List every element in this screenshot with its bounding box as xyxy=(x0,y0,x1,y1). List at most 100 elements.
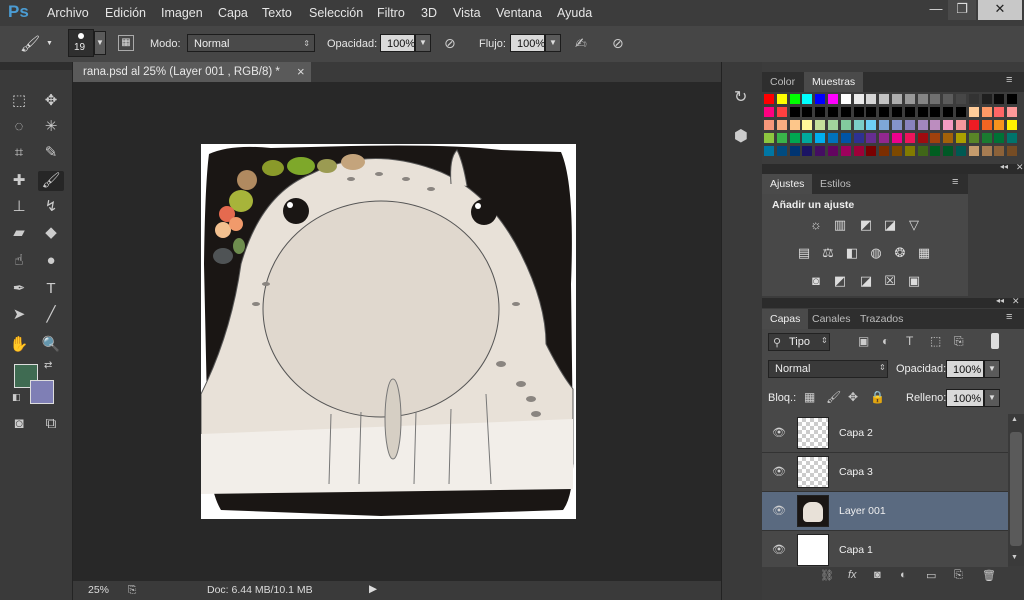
color-swatch[interactable] xyxy=(853,120,864,130)
filter-type-icon[interactable]: T xyxy=(906,334,913,348)
brush-size-dropdown[interactable]: ▼ xyxy=(94,31,106,55)
filter-shape-icon[interactable]: ⬚ xyxy=(930,334,941,348)
tab-estilos[interactable]: Estilos xyxy=(812,174,859,194)
color-swatch[interactable] xyxy=(853,146,864,156)
color-swatch[interactable] xyxy=(1007,133,1018,143)
pressure-opacity-icon[interactable]: ⊘ xyxy=(444,35,456,52)
color-swatch[interactable] xyxy=(981,133,992,143)
color-swatch[interactable] xyxy=(866,133,877,143)
opacity-input[interactable]: 100% xyxy=(380,34,415,52)
menu-capa[interactable]: Capa xyxy=(218,6,248,20)
layers-scrollbar[interactable]: ▲ ▼ xyxy=(1008,414,1024,566)
color-swatch[interactable] xyxy=(968,133,979,143)
status-menu-arrow-icon[interactable]: ▶ xyxy=(369,583,377,595)
color-swatch[interactable] xyxy=(994,133,1005,143)
color-swatch[interactable] xyxy=(930,146,941,156)
trash-icon[interactable]: 🗑 xyxy=(982,569,996,582)
lasso-tool-icon[interactable]: ◌ xyxy=(8,117,30,137)
menu-archivo[interactable]: Archivo xyxy=(47,6,89,20)
color-swatch[interactable] xyxy=(879,94,890,104)
3d-panel-icon[interactable]: ⬢ xyxy=(734,126,748,146)
color-swatch[interactable] xyxy=(776,94,787,104)
invert-icon[interactable]: ◙ xyxy=(808,274,824,288)
lock-pixels-icon[interactable]: 🖌 xyxy=(826,390,841,404)
flow-input[interactable]: 100% xyxy=(510,34,545,52)
filter-adjustment-icon[interactable]: ◐ xyxy=(882,334,889,348)
tab-canales[interactable]: Canales xyxy=(804,309,859,329)
color-swatch[interactable] xyxy=(776,133,787,143)
color-swatch[interactable] xyxy=(956,94,966,104)
color-swatch[interactable] xyxy=(828,120,838,130)
color-swatch[interactable] xyxy=(1007,107,1018,117)
mode-select[interactable]: Normal ⇕ xyxy=(187,34,315,52)
color-swatch[interactable] xyxy=(892,146,902,156)
layer-opacity-dropdown[interactable]: ▼ xyxy=(984,360,1000,378)
color-swatch[interactable] xyxy=(776,120,787,130)
color-swatch[interactable] xyxy=(904,133,915,143)
color-swatch[interactable] xyxy=(904,146,915,156)
menu-ayuda[interactable]: Ayuda xyxy=(557,6,592,20)
tab-muestras[interactable]: Muestras xyxy=(804,72,864,92)
opacity-dropdown[interactable]: ▼ xyxy=(415,34,431,52)
panel-menu-icon[interactable]: ≡ xyxy=(952,176,958,188)
crop-tool-icon[interactable]: ⌗ xyxy=(8,143,30,163)
color-swatch[interactable] xyxy=(917,107,928,117)
color-swatch[interactable] xyxy=(879,120,890,130)
brush-preset-picker[interactable]: 19 xyxy=(68,29,94,57)
color-swatch[interactable] xyxy=(968,107,979,117)
hand-tool-icon[interactable]: ✋ xyxy=(8,335,30,355)
close-panel-icon[interactable]: ✕ xyxy=(1012,296,1020,307)
color-swatch[interactable] xyxy=(904,94,915,104)
color-swatch[interactable] xyxy=(866,94,877,104)
color-swatch[interactable] xyxy=(981,120,992,130)
pressure-size-icon[interactable]: ⊘ xyxy=(612,35,624,52)
smudge-tool-icon[interactable]: ☝ xyxy=(8,251,30,271)
visibility-eye-icon[interactable]: 👁 xyxy=(772,426,786,439)
photo-filter-icon[interactable]: ◍ xyxy=(868,246,884,260)
visibility-eye-icon[interactable]: 👁 xyxy=(772,543,786,556)
color-swatch[interactable] xyxy=(789,133,800,143)
layer-row[interactable]: 👁 Capa 3 xyxy=(762,453,1008,492)
color-swatch[interactable] xyxy=(789,146,800,156)
color-swatch[interactable] xyxy=(930,107,941,117)
color-swatch[interactable] xyxy=(904,120,915,130)
lock-transparency-icon[interactable]: ▦ xyxy=(804,390,815,404)
color-swatch[interactable] xyxy=(866,120,877,130)
color-swatch[interactable] xyxy=(764,133,774,143)
filter-smart-object-icon[interactable]: ⎘ xyxy=(954,334,964,349)
menu-vista[interactable]: Vista xyxy=(453,6,481,20)
color-swatch[interactable] xyxy=(776,107,787,117)
tab-capas[interactable]: Capas xyxy=(762,309,809,329)
color-swatch[interactable] xyxy=(840,94,851,104)
color-swatch[interactable] xyxy=(892,133,902,143)
brightness-icon[interactable]: ☼ xyxy=(808,218,824,232)
color-swatch[interactable] xyxy=(994,107,1005,117)
canvas-area[interactable] xyxy=(73,82,721,580)
color-swatch[interactable] xyxy=(994,94,1005,104)
color-swatch[interactable] xyxy=(828,94,838,104)
color-swatch[interactable] xyxy=(828,133,838,143)
color-swatch[interactable] xyxy=(866,107,877,117)
layer-opacity-input[interactable]: 100% xyxy=(946,360,984,378)
brush-panel-icon[interactable]: ▦ xyxy=(118,35,134,51)
scroll-down-icon[interactable]: ▼ xyxy=(1011,554,1018,561)
close-window-button[interactable]: ✕ xyxy=(978,0,1022,20)
quick-mask-icon[interactable]: ◙ xyxy=(8,414,30,434)
history-panel-icon[interactable]: ↻ xyxy=(734,87,747,107)
selective-color-icon[interactable]: ▣ xyxy=(906,274,922,288)
color-swatch[interactable] xyxy=(866,146,877,156)
gradient-map-icon[interactable]: ☒ xyxy=(882,274,898,288)
menu-edicion[interactable]: Edición xyxy=(105,6,146,20)
panel-menu-icon[interactable]: ≡ xyxy=(1006,311,1012,323)
levels-icon[interactable]: ▥ xyxy=(832,218,848,232)
color-swatch[interactable] xyxy=(802,146,813,156)
close-panel-icon[interactable]: ✕ xyxy=(1016,162,1024,173)
lock-all-icon[interactable]: 🔒 xyxy=(870,390,885,404)
color-swatch[interactable] xyxy=(815,120,826,130)
new-group-icon[interactable]: ▭ xyxy=(926,569,936,582)
color-swatch[interactable] xyxy=(892,120,902,130)
text-tool-icon[interactable]: T xyxy=(40,279,62,299)
airbrush-icon[interactable]: ✍ xyxy=(575,35,587,52)
color-swatch[interactable] xyxy=(776,146,787,156)
threshold-icon[interactable]: ◪ xyxy=(858,274,874,288)
